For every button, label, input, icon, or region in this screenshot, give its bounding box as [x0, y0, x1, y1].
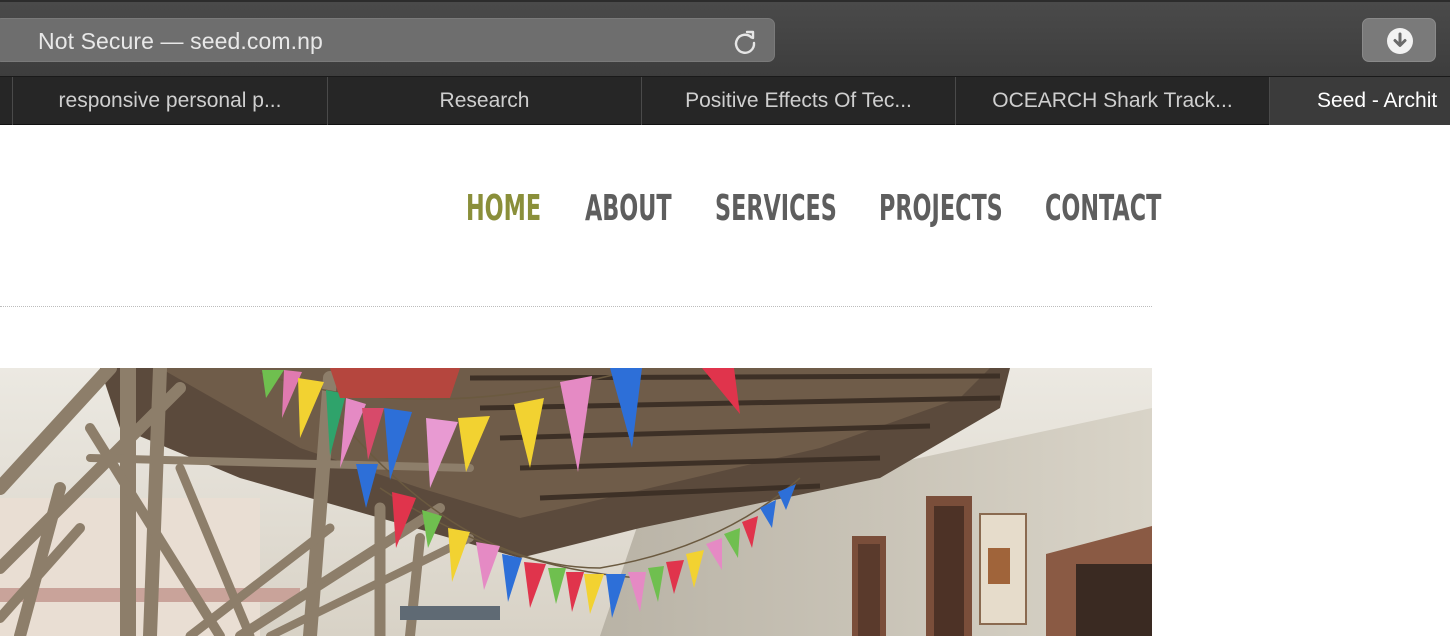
nav-contact[interactable]: CONTACT: [1045, 188, 1161, 229]
nav-home[interactable]: HOME: [466, 188, 541, 229]
address-text: Not Secure — seed.com.np: [38, 28, 323, 54]
tab-research[interactable]: Research: [327, 77, 641, 125]
address-bar[interactable]: Not Secure — seed.com.np: [0, 18, 775, 62]
download-button[interactable]: [1362, 18, 1436, 62]
tab-label: Research: [439, 89, 530, 112]
tab-label: OCEARCH Shark Track...: [992, 89, 1233, 112]
tab-label: responsive personal p...: [58, 89, 282, 112]
tab-responsive-personal[interactable]: responsive personal p...: [12, 77, 327, 125]
tab-positive-effects[interactable]: Positive Effects Of Tec...: [641, 77, 955, 125]
reload-icon[interactable]: [730, 27, 760, 57]
nav-divider: [0, 306, 1152, 307]
tab-label: Positive Effects Of Tec...: [685, 89, 912, 112]
tab-seed-active[interactable]: Seed - Archit: [1269, 77, 1450, 125]
browser-toolbar: Not Secure — seed.com.np: [0, 0, 1450, 76]
nav-services[interactable]: SERVICES: [715, 188, 837, 229]
tab-bar: responsive personal p... Research Positi…: [0, 76, 1450, 125]
download-icon: [1387, 28, 1413, 54]
main-nav: HOME ABOUT SERVICES PROJECTS CONTACT: [0, 188, 1161, 248]
nav-about[interactable]: ABOUT: [585, 188, 672, 229]
tab-label: Seed - Archit: [1317, 89, 1438, 112]
tab-ocearch[interactable]: OCEARCH Shark Track...: [955, 77, 1269, 125]
hero-image: [0, 368, 1152, 636]
nav-projects[interactable]: PROJECTS: [879, 188, 1003, 229]
page-content: HOME ABOUT SERVICES PROJECTS CONTACT: [0, 126, 1450, 636]
tab-partial[interactable]: [0, 77, 12, 125]
